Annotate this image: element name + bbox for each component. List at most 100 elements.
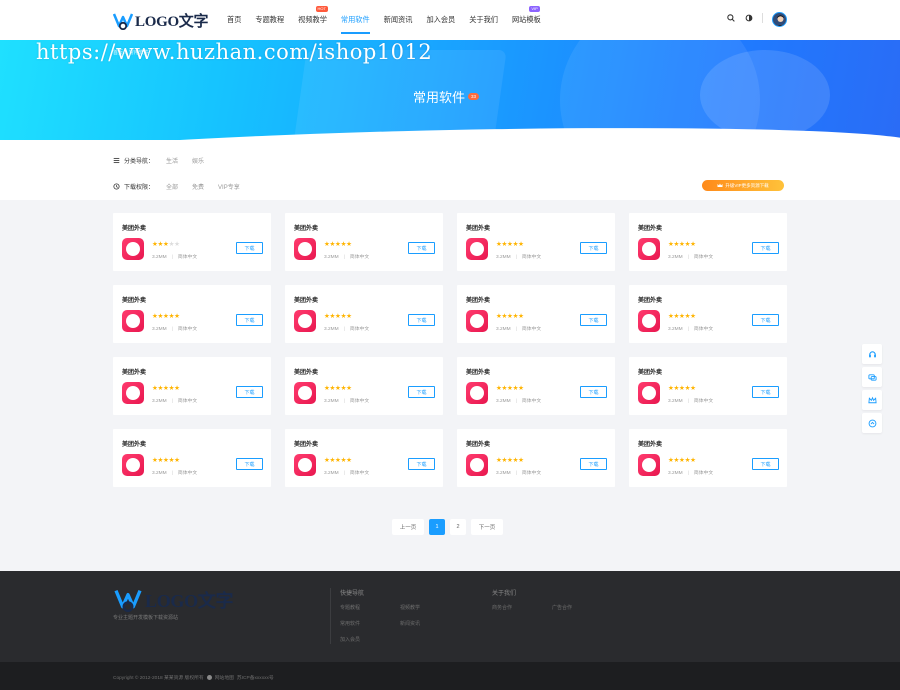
nav-item-video[interactable]: 视频教学 HOT	[291, 0, 334, 40]
user-avatar[interactable]	[772, 12, 787, 27]
download-button[interactable]: 下载	[408, 314, 435, 326]
footer-link[interactable]: 专题教程	[340, 604, 360, 611]
theme-toggle-icon[interactable]	[744, 13, 754, 23]
download-button[interactable]: 下载	[752, 386, 779, 398]
download-button[interactable]: 下载	[408, 458, 435, 470]
software-title[interactable]: 美团外卖	[294, 295, 318, 304]
app-icon[interactable]	[638, 454, 660, 476]
download-button[interactable]: 下载	[580, 386, 607, 398]
app-icon[interactable]	[466, 382, 488, 404]
footer-link[interactable]: 加入会员	[340, 636, 360, 643]
footer-link[interactable]: 商务合作	[492, 604, 512, 611]
software-title[interactable]: 美团外卖	[122, 439, 146, 448]
software-card[interactable]: 美团外卖 ★★★★★ 3.2MM | 简体中文 下载	[457, 285, 615, 343]
software-card[interactable]: 美团外卖 ★★★★★ 3.2MM | 简体中文 下载	[457, 357, 615, 415]
software-card[interactable]: 美团外卖 ★★★★★ 3.2MM | 简体中文 下载	[285, 357, 443, 415]
nav-item-about[interactable]: 关于我们	[462, 0, 505, 40]
footer-logo[interactable]: LOGO文字	[113, 587, 234, 613]
download-button[interactable]: 下载	[408, 386, 435, 398]
customer-service-icon[interactable]	[862, 344, 882, 364]
sitemap-link[interactable]: 网站地图	[215, 674, 234, 681]
app-icon[interactable]	[294, 310, 316, 332]
app-icon[interactable]	[466, 238, 488, 260]
download-button[interactable]: 下载	[580, 314, 607, 326]
footer-link[interactable]: 新闻资讯	[400, 620, 420, 627]
software-card[interactable]: 美团外卖 ★★★★★ 3.2MM | 简体中文 下载	[285, 213, 443, 271]
software-card[interactable]: 美团外卖 ★★★★★ 3.2MM | 简体中文 下载	[113, 285, 271, 343]
app-icon[interactable]	[638, 382, 660, 404]
download-button[interactable]: 下载	[752, 314, 779, 326]
software-card[interactable]: 美团外卖 ★★★★★ 3.2MM | 简体中文 下载	[285, 429, 443, 487]
software-card[interactable]: 美团外卖 ★★★★★ 3.2MM | 简体中文 下载	[629, 357, 787, 415]
software-title[interactable]: 美团外卖	[294, 367, 318, 376]
footer-link[interactable]: 常用软件	[340, 620, 360, 627]
site-logo[interactable]: LOGO文字	[113, 10, 209, 31]
download-button[interactable]: 下载	[236, 314, 263, 326]
software-card[interactable]: 美团外卖 ★★★★★ 3.2MM | 简体中文 下载	[457, 213, 615, 271]
software-title[interactable]: 美团外卖	[466, 367, 490, 376]
footer-link[interactable]: 视频教学	[400, 604, 420, 611]
software-card[interactable]: 美团外卖 ★★★★★ 3.2MM | 简体中文 下载	[113, 357, 271, 415]
page-button[interactable]: 2	[450, 519, 466, 535]
download-button[interactable]: 下载	[580, 242, 607, 254]
nav-item-membership[interactable]: 加入会员	[419, 0, 462, 40]
app-icon[interactable]	[122, 310, 144, 332]
app-icon[interactable]	[294, 238, 316, 260]
app-icon[interactable]	[122, 238, 144, 260]
software-title[interactable]: 美团外卖	[638, 367, 662, 376]
software-card[interactable]: 美团外卖 ★★★★★ 3.2MM | 简体中文 下载	[113, 429, 271, 487]
nav-item-software[interactable]: 常用软件	[334, 0, 377, 40]
software-card[interactable]: 美团外卖 ★★★★★ 3.2MM | 简体中文 下载	[457, 429, 615, 487]
category-option[interactable]: 生活	[166, 156, 178, 165]
software-title[interactable]: 美团外卖	[466, 295, 490, 304]
back-to-top-icon[interactable]	[862, 413, 882, 433]
software-card[interactable]: 美团外卖 ★★★★★ 3.2MM | 简体中文 下载	[285, 285, 443, 343]
software-title[interactable]: 美团外卖	[122, 223, 146, 232]
software-title[interactable]: 美团外卖	[294, 439, 318, 448]
software-title[interactable]: 美团外卖	[466, 223, 490, 232]
app-icon[interactable]	[466, 310, 488, 332]
software-card[interactable]: 美团外卖 ★★★★★ 3.2MM | 简体中文 下载	[629, 213, 787, 271]
download-button[interactable]: 下载	[408, 242, 435, 254]
download-button[interactable]: 下载	[752, 242, 779, 254]
software-title[interactable]: 美团外卖	[638, 295, 662, 304]
app-icon[interactable]	[122, 454, 144, 476]
software-title[interactable]: 美团外卖	[638, 439, 662, 448]
nav-item-news[interactable]: 新闻资讯	[377, 0, 420, 40]
software-title[interactable]: 美团外卖	[466, 439, 490, 448]
access-option[interactable]: VIP专享	[218, 182, 240, 191]
app-icon[interactable]	[122, 382, 144, 404]
software-card[interactable]: 美团外卖 ★★★★★ 3.2MM | 简体中文 下载	[113, 213, 271, 271]
download-button[interactable]: 下载	[236, 458, 263, 470]
footer-link[interactable]: 广告合作	[552, 604, 572, 611]
nav-item-templates[interactable]: 网站模板 VIP	[505, 0, 548, 40]
upgrade-vip-button[interactable]: 升级VIP更多资源下载	[702, 180, 784, 191]
software-title[interactable]: 美团外卖	[638, 223, 662, 232]
search-icon[interactable]	[726, 13, 736, 23]
download-button[interactable]: 下载	[236, 242, 263, 254]
download-button[interactable]: 下载	[236, 386, 263, 398]
software-title[interactable]: 美团外卖	[122, 367, 146, 376]
nav-item-topics[interactable]: 专题教程	[248, 0, 291, 40]
app-icon[interactable]	[294, 454, 316, 476]
app-icon[interactable]	[638, 310, 660, 332]
access-option[interactable]: 免费	[192, 182, 204, 191]
page-button-current[interactable]: 1	[429, 519, 445, 535]
nav-item-home[interactable]: 首页	[220, 0, 248, 40]
app-icon[interactable]	[638, 238, 660, 260]
app-icon[interactable]	[294, 382, 316, 404]
category-option[interactable]: 娱乐	[192, 156, 204, 165]
software-title[interactable]: 美团外卖	[294, 223, 318, 232]
download-button[interactable]: 下载	[752, 458, 779, 470]
download-button[interactable]: 下载	[580, 458, 607, 470]
prev-page-button[interactable]: 上一页	[392, 519, 424, 535]
software-title[interactable]: 美团外卖	[122, 295, 146, 304]
software-card[interactable]: 美团外卖 ★★★★★ 3.2MM | 简体中文 下载	[629, 285, 787, 343]
app-icon[interactable]	[466, 454, 488, 476]
icp-text[interactable]: 苏ICP备xxxxxx号	[237, 674, 274, 681]
chat-icon[interactable]	[862, 367, 882, 387]
access-option[interactable]: 全部	[166, 182, 178, 191]
next-page-button[interactable]: 下一页	[471, 519, 503, 535]
vip-crown-icon[interactable]	[862, 390, 882, 410]
software-card[interactable]: 美团外卖 ★★★★★ 3.2MM | 简体中文 下载	[629, 429, 787, 487]
